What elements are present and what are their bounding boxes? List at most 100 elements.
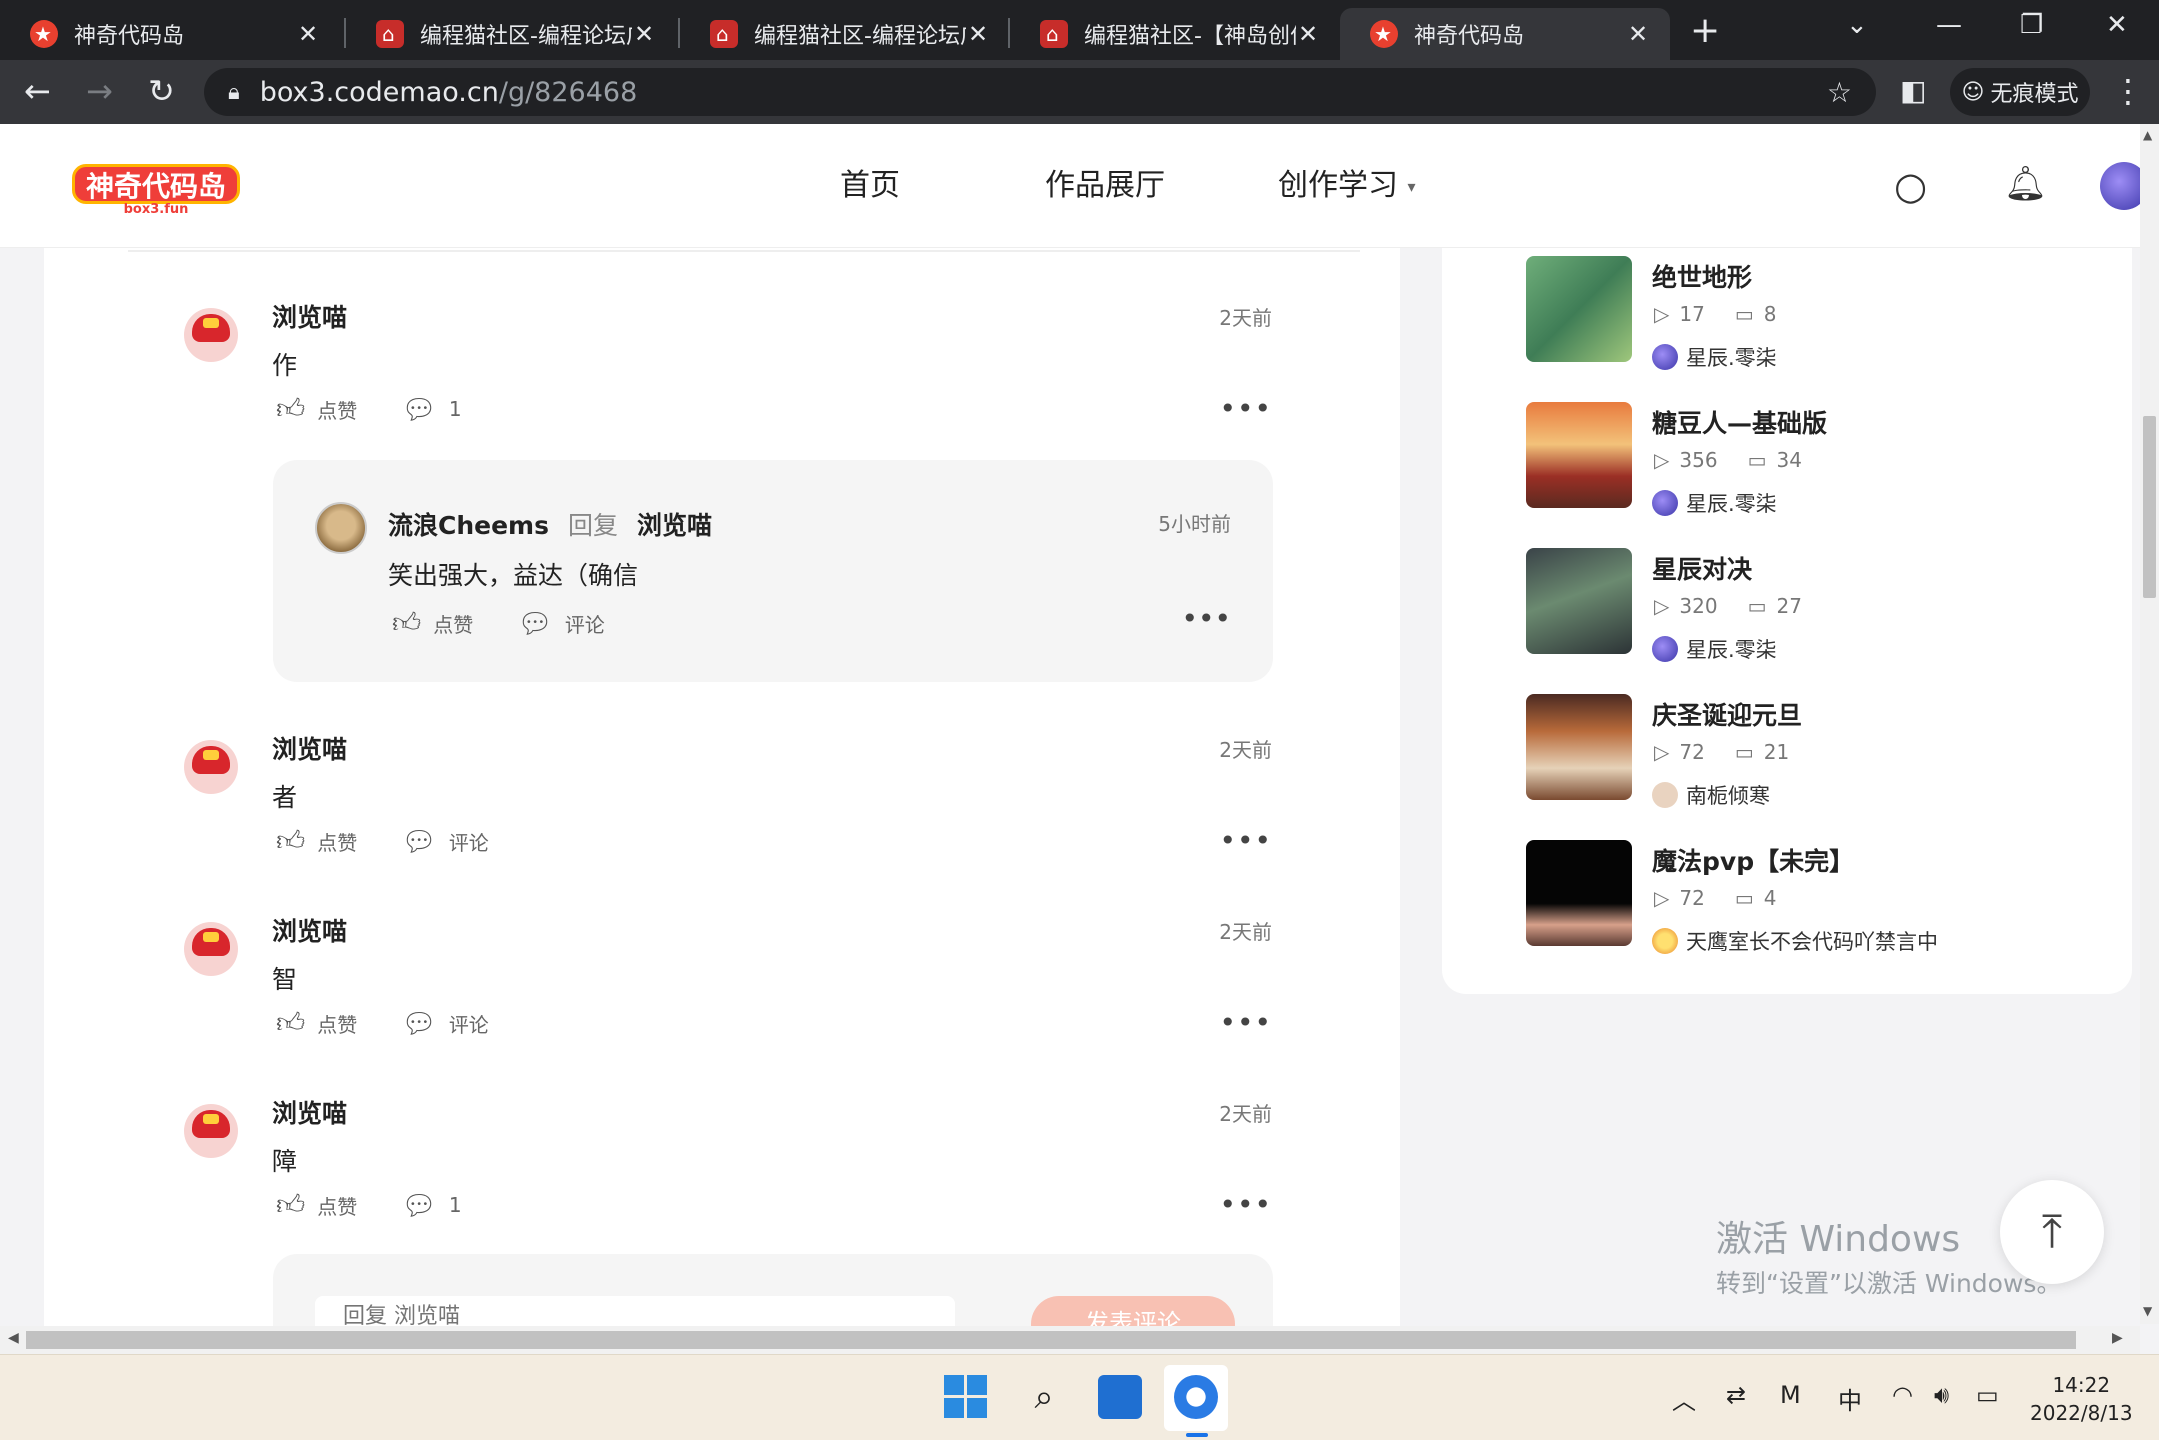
battery-icon[interactable]: ▭ xyxy=(1976,1381,1999,1409)
restore-icon[interactable]: ❐ xyxy=(2020,10,2043,40)
reload-icon[interactable]: ↻ xyxy=(148,72,175,110)
close-icon[interactable]: ✕ xyxy=(632,20,656,48)
reply-time: 5小时前 xyxy=(1158,512,1231,536)
game-author[interactable]: 天鹰室长不会代码吖禁言中 xyxy=(1652,926,1938,956)
game-card[interactable]: 魔法pvp【未完】 ▷ 72 ▭ 4 天鹰室长不会代码吖禁言中 xyxy=(1526,840,2126,954)
reply-target[interactable]: 浏览喵 xyxy=(637,506,712,542)
more-icon[interactable]: ••• xyxy=(1219,1006,1272,1039)
back-icon[interactable]: ← xyxy=(24,72,51,110)
game-card[interactable]: 星辰对决 ▷ 320 ▭ 27 星辰.零柒 xyxy=(1526,548,2126,662)
tab-1[interactable]: 神奇代码岛 ✕ xyxy=(0,8,340,60)
tab-3[interactable]: 编程猫社区-编程论坛广 ✕ xyxy=(680,8,1010,60)
avatar[interactable] xyxy=(184,1104,238,1158)
comment-button[interactable]: 💬︎ 1 xyxy=(401,393,461,426)
reply-author[interactable]: 流浪Cheems xyxy=(388,506,549,542)
more-icon[interactable]: ••• xyxy=(1219,824,1272,857)
game-author[interactable]: 南栀倾寒 xyxy=(1652,780,1770,810)
game-author[interactable]: 星辰.零柒 xyxy=(1652,342,1777,372)
url-host: box3.codemao.cn xyxy=(259,76,499,108)
tab-title: 编程猫社区-编程论坛广 xyxy=(754,24,966,49)
submit-comment-button[interactable]: 发表评论 xyxy=(1031,1296,1235,1326)
comment-button[interactable]: 💬︎ 1 xyxy=(401,1189,461,1222)
search-icon[interactable]: ○ xyxy=(1894,164,1927,208)
game-card[interactable]: 庆圣诞迎元旦 ▷ 72 ▭ 21 南栀倾寒 xyxy=(1526,694,2126,808)
avatar[interactable] xyxy=(184,740,238,794)
chat-bubble-icon: ▭ xyxy=(1734,302,1754,326)
comment-actions: 👍︎ 点赞 💬︎ 评论 xyxy=(276,1006,533,1040)
game-author[interactable]: 星辰.零柒 xyxy=(1652,634,1777,664)
scrollbar-thumb[interactable] xyxy=(2143,416,2156,598)
browser-app-icon[interactable] xyxy=(1174,1375,1218,1419)
comment-button[interactable]: 💬︎ 评论 xyxy=(401,825,489,858)
wifi-icon[interactable]: ◠ xyxy=(1892,1381,1913,1409)
tab-5-active[interactable]: 神奇代码岛 ✕ xyxy=(1340,8,1670,60)
comment-button[interactable]: 💬︎ 评论 xyxy=(517,607,605,640)
store-icon[interactable] xyxy=(1098,1375,1142,1419)
clock-date: 2022/8/13 xyxy=(2030,1401,2133,1425)
url-path: /g/826468 xyxy=(498,76,638,108)
like-button[interactable]: 👍︎ 点赞 xyxy=(276,1006,357,1040)
like-button[interactable]: 👍︎ 点赞 xyxy=(392,606,473,640)
scrollbar-thumb[interactable] xyxy=(26,1331,2076,1349)
site-logo[interactable]: 神奇代码岛 box3.fun xyxy=(72,164,240,220)
new-tab-button[interactable]: + xyxy=(1690,10,1720,51)
scroll-left-icon[interactable]: ◀ xyxy=(8,1330,19,1346)
vertical-scrollbar[interactable]: ▲ ▼ xyxy=(2140,124,2159,1324)
scroll-up-icon[interactable]: ▲ xyxy=(2143,128,2152,142)
tab-2[interactable]: 编程猫社区-编程论坛广 ✕ xyxy=(346,8,676,60)
tray-overflow-icon[interactable]: ︿ xyxy=(1672,1381,1696,1416)
minimize-icon[interactable]: — xyxy=(1936,10,1962,40)
comment-button[interactable]: 💬︎ 评论 xyxy=(401,1007,489,1040)
window-close-icon[interactable]: ✕ xyxy=(2106,10,2128,40)
more-icon[interactable]: ••• xyxy=(1219,392,1272,425)
tab-search-icon[interactable]: ⌄ xyxy=(1846,10,1868,40)
volume-icon[interactable]: 🔊︎ xyxy=(1934,1381,1949,1409)
system-clock[interactable]: 14:22 2022/8/13 xyxy=(2030,1371,2133,1427)
close-icon[interactable]: ✕ xyxy=(1626,20,1650,48)
scroll-right-icon[interactable]: ▶ xyxy=(2112,1330,2123,1346)
close-icon[interactable]: ✕ xyxy=(966,20,990,48)
comment-author[interactable]: 浏览喵 xyxy=(272,912,347,948)
back-to-top-button[interactable]: ⤒ xyxy=(2000,1180,2104,1284)
bell-icon[interactable]: 🔔︎ xyxy=(2004,164,2047,204)
avatar[interactable] xyxy=(184,922,238,976)
play-count: ▷ 72 xyxy=(1654,740,1705,764)
nav-gallery[interactable]: 作品展厅 xyxy=(1045,160,1165,204)
avatar[interactable] xyxy=(184,308,238,362)
like-button[interactable]: 👍︎ 点赞 xyxy=(276,1188,357,1222)
more-icon[interactable]: ••• xyxy=(1181,602,1231,635)
settings-sliders-icon[interactable]: ⇄ xyxy=(1726,1381,1746,1409)
forward-icon[interactable]: → xyxy=(86,72,113,110)
nav-home[interactable]: 首页 xyxy=(840,160,900,204)
comment-author[interactable]: 浏览喵 xyxy=(272,298,347,334)
close-icon[interactable]: ✕ xyxy=(1296,20,1320,48)
start-button[interactable] xyxy=(944,1375,988,1419)
like-button[interactable]: 👍︎ 点赞 xyxy=(276,824,357,858)
app-tray-icon[interactable]: M xyxy=(1780,1381,1801,1409)
close-icon[interactable]: ✕ xyxy=(296,20,320,48)
search-icon[interactable]: ⌕ xyxy=(1022,1375,1066,1419)
address-bar[interactable]: 🔒︎ box3.codemao.cn/g/826468 ☆ xyxy=(204,68,1876,116)
comment-author[interactable]: 浏览喵 xyxy=(272,1094,347,1130)
side-panel-icon[interactable]: ◧ xyxy=(1900,74,1926,107)
avatar[interactable] xyxy=(315,502,367,554)
game-card[interactable]: 糖豆人—基础版 ▷ 356 ▭ 34 星辰.零柒 xyxy=(1526,402,2126,516)
ime-indicator[interactable]: 中 xyxy=(1838,1381,1862,1416)
scroll-down-icon[interactable]: ▼ xyxy=(2143,1304,2152,1318)
comment-author[interactable]: 浏览喵 xyxy=(272,730,347,766)
more-icon[interactable]: ••• xyxy=(1219,1188,1272,1221)
author-name: 星辰.零柒 xyxy=(1686,638,1777,662)
tab-4[interactable]: 编程猫社区-【神岛创作 ✕ xyxy=(1010,8,1340,60)
bookmark-star-icon[interactable]: ☆ xyxy=(1827,76,1852,109)
browser-menu-icon[interactable]: ⋮ xyxy=(2112,72,2144,110)
game-author[interactable]: 星辰.零柒 xyxy=(1652,488,1777,518)
related-games-panel: 绝世地形 ▷ 17 ▭ 8 星辰.零柒 糖豆人—基础版 ▷ 356 ▭ 34 星辰.零柒… xyxy=(1442,248,2132,994)
reply-input[interactable] xyxy=(315,1296,955,1326)
game-title: 庆圣诞迎元旦 xyxy=(1652,701,1803,730)
arrow-up-to-top-icon: ⤒ xyxy=(2041,1204,2063,1258)
horizontal-scrollbar[interactable]: ◀ ▶ xyxy=(0,1326,2140,1354)
nav-learn[interactable]: 创作学习 ▾ xyxy=(1278,160,1416,204)
like-button[interactable]: 👍︎ 点赞 xyxy=(276,392,357,426)
game-card[interactable]: 绝世地形 ▷ 17 ▭ 8 星辰.零柒 xyxy=(1526,256,2126,370)
incognito-badge[interactable]: ☺ 无痕模式 xyxy=(1950,68,2090,116)
